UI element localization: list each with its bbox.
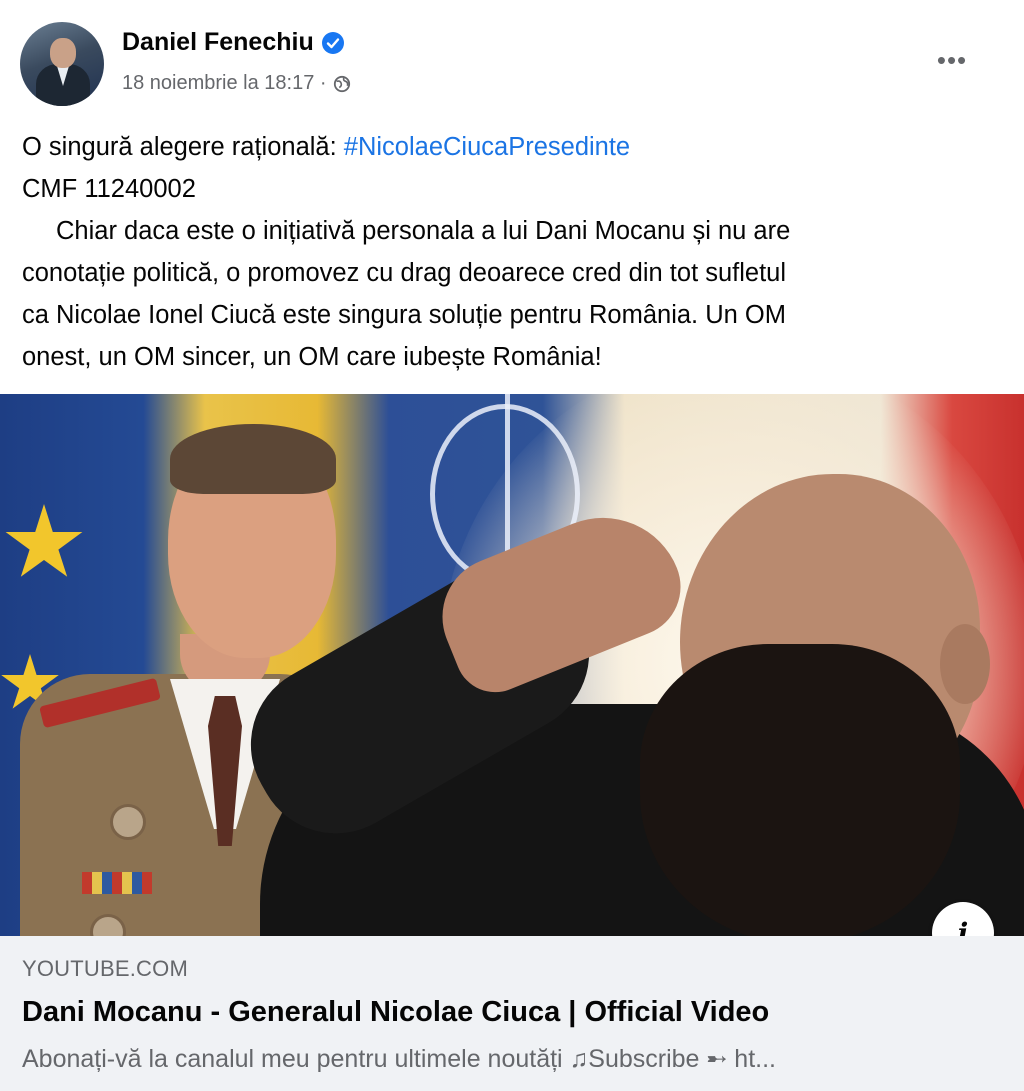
- link-description: Abonați-vă la canalul meu pentru ultimel…: [22, 1045, 776, 1073]
- saluting-singer-figure: [221, 474, 1024, 936]
- general-ribbon: [82, 872, 152, 894]
- post-text-line: ca Nicolae Ionel Ciucă este singura solu…: [22, 301, 786, 329]
- singer-beard: [640, 644, 960, 936]
- post-text-line: conotație politică, o promovez cu drag d…: [22, 259, 787, 287]
- author-name-row: Daniel Fenechiu: [122, 28, 344, 57]
- more-horizontal-icon: •••: [936, 44, 968, 75]
- globe-icon: [333, 75, 350, 92]
- more-options-button[interactable]: •••: [932, 40, 972, 80]
- post-text-prefix: O singură alegere rațională:: [22, 133, 344, 161]
- post-text-line: Chiar daca este o inițiativă personala a…: [56, 217, 791, 245]
- post-text-line: O singură alegere rațională: #NicolaeCiu…: [22, 126, 1012, 168]
- post-timestamp[interactable]: 18 noiembrie la 18:17 ·: [122, 72, 327, 95]
- link-preview-card[interactable]: YOUTUBE.COM Dani Mocanu - Generalul Nico…: [0, 936, 1024, 1091]
- avatar-face: [50, 38, 76, 68]
- link-domain: YOUTUBE.COM: [22, 956, 188, 981]
- link-title[interactable]: Dani Mocanu - Generalul Nicolae Ciuca | …: [22, 996, 769, 1029]
- post-meta: 18 noiembrie la 18:17 ·: [122, 72, 351, 95]
- author-avatar[interactable]: [20, 22, 104, 106]
- verified-badge-icon: [321, 31, 344, 54]
- post-message: O singură alegere rațională: #NicolaeCiu…: [22, 126, 1012, 378]
- general-medal: [110, 804, 146, 840]
- hashtag-link[interactable]: #NicolaeCiucaPresedinte: [344, 133, 630, 161]
- singer-ear: [940, 624, 990, 704]
- post-header: Daniel Fenechiu 18 noiembrie la 18:17 · …: [0, 0, 1024, 120]
- author-name[interactable]: Daniel Fenechiu: [122, 28, 314, 57]
- link-preview-image[interactable]: [0, 394, 1024, 936]
- post-text-line: onest, un OM sincer, un OM care iubește …: [22, 343, 602, 371]
- post-text-line: CMF 11240002: [22, 175, 196, 203]
